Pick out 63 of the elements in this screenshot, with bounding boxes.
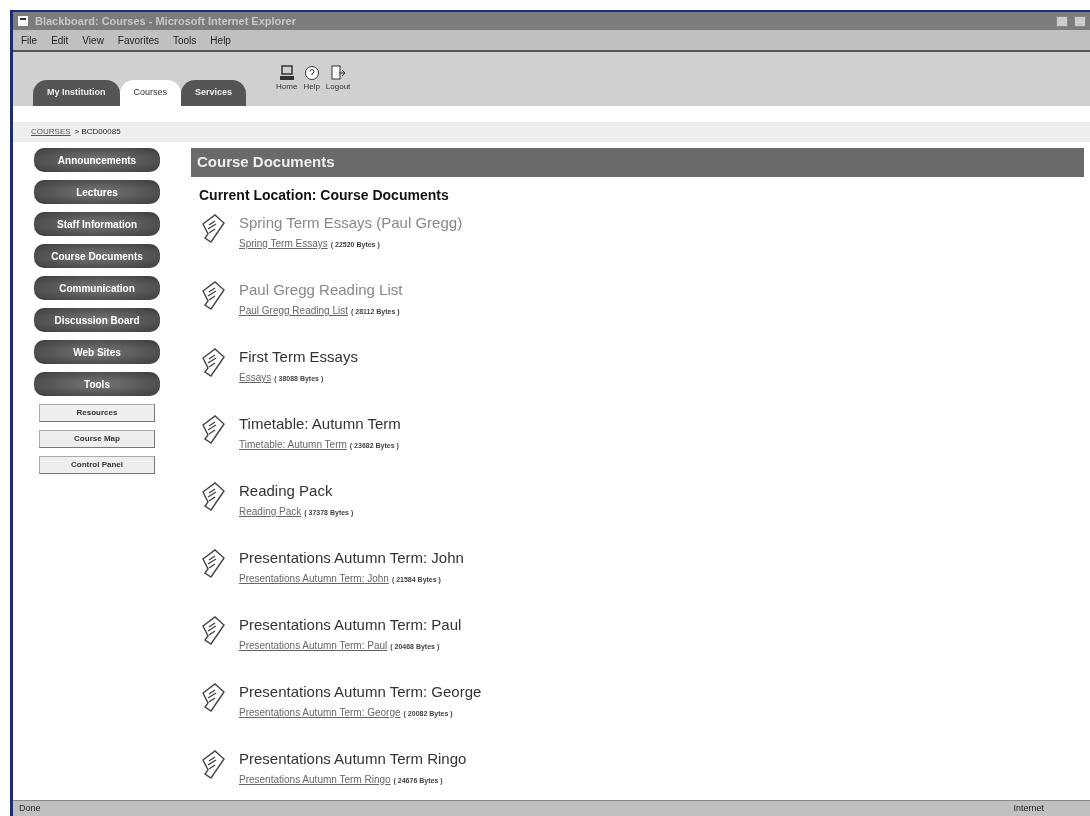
- maximize-button[interactable]: [1074, 15, 1086, 27]
- menu-item[interactable]: Favorites: [117, 32, 159, 48]
- document-icon: [199, 412, 227, 447]
- breadcrumb-current: > BCD00085: [74, 126, 121, 138]
- breadcrumb-link[interactable]: COURSES: [31, 126, 71, 138]
- document-link[interactable]: Spring Term Essays: [239, 238, 328, 249]
- document-title: Presentations Autumn Term: Paul: [239, 614, 462, 635]
- status-text: Done: [19, 801, 41, 815]
- document-title: Paul Gregg Reading List: [239, 279, 403, 300]
- document-title: Presentations Autumn Term: George: [239, 681, 482, 702]
- document-title: Presentations Autumn Term: John: [239, 547, 464, 568]
- menu-item[interactable]: Tools: [173, 32, 197, 48]
- document-icon: [199, 680, 227, 715]
- document-icon: [199, 278, 227, 313]
- tool-button[interactable]: Control Panel: [39, 456, 155, 474]
- sidebar-button[interactable]: Communication: [34, 276, 160, 300]
- sidebar-button[interactable]: Tools: [34, 372, 160, 396]
- tab[interactable]: Courses: [119, 80, 181, 106]
- toolbar-button[interactable]: Logout: [325, 65, 351, 93]
- section-title-bar: Course Documents: [191, 148, 1084, 177]
- sidebar-button[interactable]: Web Sites: [34, 340, 160, 364]
- toolbar-button[interactable]: Help: [303, 65, 320, 93]
- menu-item[interactable]: Edit: [51, 32, 69, 48]
- document-icon: [199, 345, 227, 380]
- document-title: Timetable: Autumn Term: [239, 413, 401, 434]
- document-link[interactable]: Presentations Autumn Term: Paul: [239, 640, 388, 651]
- toolbar-button[interactable]: Home: [276, 65, 298, 93]
- help-icon: [303, 65, 320, 81]
- document-link[interactable]: Presentations Autumn Term: John: [239, 573, 389, 584]
- door-icon: [330, 65, 347, 81]
- minimize-button[interactable]: [1056, 15, 1068, 27]
- tool-button[interactable]: Course Map: [39, 430, 155, 448]
- tab[interactable]: Services: [181, 80, 247, 106]
- sidebar-button[interactable]: Discussion Board: [34, 308, 160, 332]
- zone-text: Internet: [1013, 801, 1044, 815]
- window-title: Blackboard: Courses - Microsoft Internet Explorer: [35, 13, 296, 29]
- document-icon: [199, 479, 227, 514]
- tab[interactable]: My Institution: [33, 80, 120, 106]
- current-location: Current Location: Course Documents: [199, 185, 450, 205]
- sidebar-button[interactable]: Course Documents: [34, 244, 160, 268]
- sidebar-button[interactable]: Lectures: [34, 180, 160, 204]
- sidebar-button[interactable]: Staff Information: [34, 212, 160, 236]
- document-icon: [199, 546, 227, 581]
- document-icon: [199, 211, 227, 246]
- computer-icon: [278, 65, 295, 81]
- document-title: Presentations Autumn Term Ringo: [239, 748, 467, 769]
- document-icon: [199, 613, 227, 648]
- document-link[interactable]: Reading Pack: [239, 506, 302, 517]
- sidebar-button[interactable]: Announcements: [34, 148, 160, 172]
- document-link[interactable]: Presentations Autumn Term: George: [239, 707, 401, 718]
- document-title: Spring Term Essays (Paul Gregg): [239, 212, 463, 233]
- document-link[interactable]: Timetable: Autumn Term: [239, 439, 347, 450]
- tool-button[interactable]: Resources: [39, 404, 155, 422]
- document-title: First Term Essays: [239, 346, 358, 367]
- document-icon: [199, 747, 227, 782]
- document-link[interactable]: Paul Gregg Reading List: [239, 305, 348, 316]
- document-link[interactable]: Presentations Autumn Term Ringo: [239, 774, 391, 785]
- menu-item[interactable]: File: [21, 32, 38, 48]
- menu-item[interactable]: Help: [210, 32, 231, 48]
- document-title: Reading Pack: [239, 480, 334, 501]
- menu-item[interactable]: View: [82, 32, 104, 48]
- app-icon: [17, 15, 29, 27]
- document-link[interactable]: Essays: [239, 372, 272, 383]
